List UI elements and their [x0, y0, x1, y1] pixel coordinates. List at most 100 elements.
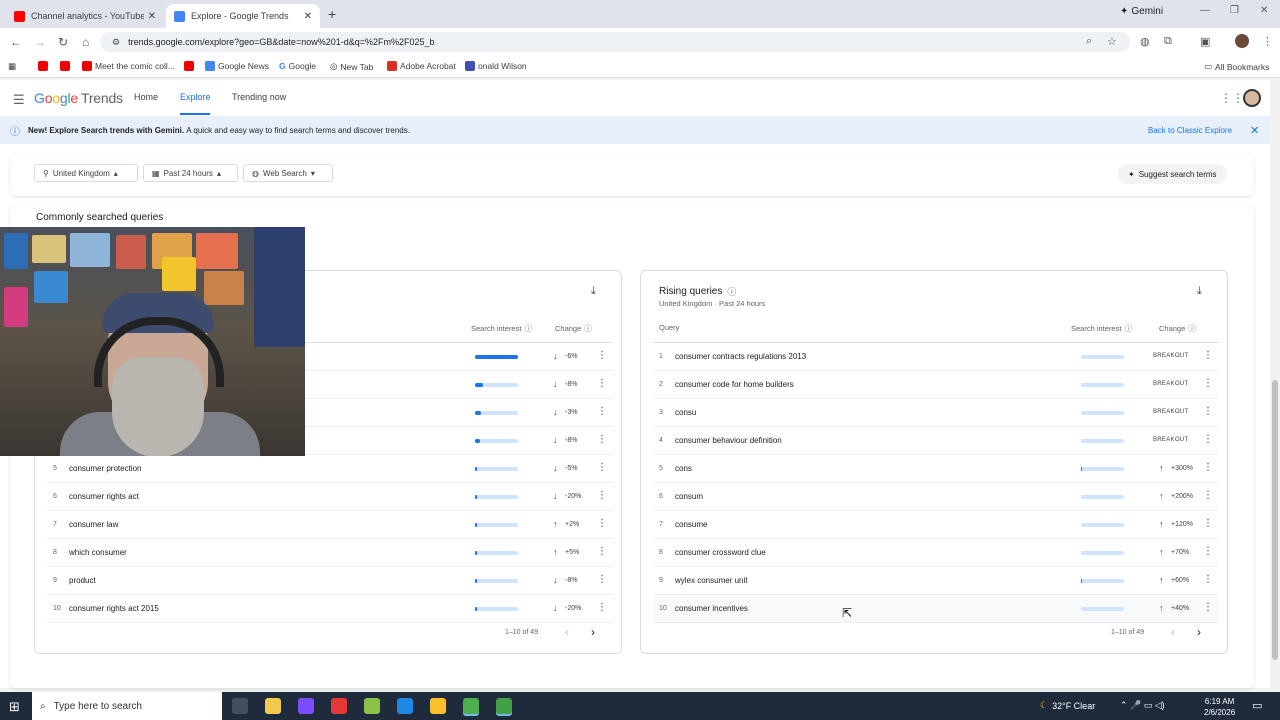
minimize-button[interactable]: —: [1200, 5, 1210, 16]
zoom-icon[interactable]: ⌕: [1086, 35, 1092, 48]
edge-icon[interactable]: [397, 698, 413, 714]
taskbar-search[interactable]: ⌕ Type here to search: [32, 692, 222, 720]
more-options-icon[interactable]: ⋮: [1203, 574, 1213, 585]
hamburger-menu-icon[interactable]: ☰: [13, 92, 25, 108]
more-options-icon[interactable]: ⋮: [1203, 434, 1213, 445]
query-text[interactable]: consumer rights act: [69, 492, 139, 501]
windows-start-icon[interactable]: ⊞: [9, 699, 20, 715]
more-options-icon[interactable]: ⋮: [597, 406, 607, 417]
clock[interactable]: 6:19 AM 2/6/2026: [1204, 696, 1235, 718]
notification-icon[interactable]: ▭: [1252, 699, 1262, 712]
query-row[interactable]: 9 product ↓ -8% ⋮: [47, 567, 613, 595]
back-to-classic-link[interactable]: Back to Classic Explore: [1148, 126, 1232, 135]
nav-trending-now[interactable]: Trending now: [232, 92, 286, 102]
query-row[interactable]: 7 consume ↑ +120% ⋮: [653, 511, 1219, 539]
query-row[interactable]: 6 consum ↑ +200% ⋮: [653, 483, 1219, 511]
region-filter[interactable]: ⚲ United Kingdom ▴: [34, 164, 138, 182]
query-row[interactable]: 7 consumer law ↑ +2% ⋮: [47, 511, 613, 539]
more-options-icon[interactable]: ⋮: [597, 574, 607, 585]
tab-channel-analytics[interactable]: Channel analytics - YouTube Stu ✕: [6, 4, 164, 28]
app-red-icon[interactable]: [331, 698, 347, 714]
more-options-icon[interactable]: ⋮: [1203, 518, 1213, 529]
obs-icon[interactable]: [496, 698, 512, 714]
query-text[interactable]: wylex consumer unit: [675, 576, 747, 585]
extension-icon[interactable]: ◍: [1140, 35, 1150, 48]
query-row[interactable]: 5 consumer protection ↓ -5% ⋮: [47, 455, 613, 483]
more-options-icon[interactable]: ⋮: [597, 434, 607, 445]
reload-icon[interactable]: ↻: [58, 35, 68, 49]
forward-icon[interactable]: →: [34, 35, 46, 49]
query-row[interactable]: 6 consumer rights act ↓ -20% ⋮: [47, 483, 613, 511]
query-row[interactable]: 8 which consumer ↑ +5% ⋮: [47, 539, 613, 567]
file-explorer-icon[interactable]: [265, 698, 281, 714]
chrome-icon[interactable]: [463, 698, 479, 714]
apps-grid-icon[interactable]: ▦: [8, 61, 16, 72]
more-options-icon[interactable]: ⋮: [1203, 462, 1213, 473]
query-text[interactable]: consumer behaviour definition: [675, 436, 782, 445]
bookmark-wilson[interactable]: onald Wilson: [465, 61, 527, 71]
bookmark-google[interactable]: G Google: [279, 61, 316, 71]
account-avatar[interactable]: [1243, 89, 1261, 107]
more-options-icon[interactable]: ⋮: [597, 378, 607, 389]
query-text[interactable]: consume: [675, 520, 707, 529]
more-options-icon[interactable]: ⋮: [1203, 546, 1213, 557]
bookmark-star-icon[interactable]: ☆: [1107, 35, 1117, 48]
search-type-filter[interactable]: ◍ Web Search ▾: [243, 164, 333, 182]
more-options-icon[interactable]: ⋮: [1203, 602, 1213, 613]
calculator-icon[interactable]: [364, 698, 380, 714]
next-page-icon[interactable]: ›: [591, 625, 595, 639]
query-text[interactable]: consumer protection: [69, 464, 141, 473]
close-tab-icon[interactable]: ✕: [148, 11, 156, 22]
more-options-icon[interactable]: ⋮: [597, 350, 607, 361]
query-row[interactable]: 5 cons ↑ +300% ⋮: [653, 455, 1219, 483]
bookmark-youtube-1[interactable]: [38, 61, 48, 71]
bookmark-adobe[interactable]: Adobe Acrobat: [387, 61, 456, 71]
previous-page-icon[interactable]: ‹: [1171, 625, 1175, 639]
more-options-icon[interactable]: ⋮: [597, 462, 607, 473]
home-icon[interactable]: ⌂: [82, 35, 89, 49]
google-trends-logo[interactable]: Google Trends: [34, 90, 123, 106]
chrome-canary-icon[interactable]: [430, 698, 446, 714]
more-options-icon[interactable]: ⋮: [1203, 350, 1213, 361]
close-icon[interactable]: ✕: [1250, 124, 1259, 137]
more-options-icon[interactable]: ⋮: [597, 602, 607, 613]
query-row[interactable]: 3 consu BREAKOUT ⋮: [653, 399, 1219, 427]
more-options-icon[interactable]: ⋮: [597, 518, 607, 529]
query-row[interactable]: 9 wylex consumer unit ↑ +60% ⋮: [653, 567, 1219, 595]
bookmark-comic[interactable]: Meet the comic coll...: [82, 61, 175, 71]
gemini-button[interactable]: ✦ Gemini: [1120, 6, 1163, 17]
query-text[interactable]: which consumer: [69, 548, 127, 557]
bookmark-google-news[interactable]: Google News: [205, 61, 269, 71]
all-bookmarks[interactable]: ▭ All Bookmarks: [1204, 61, 1269, 72]
query-text[interactable]: cons: [675, 464, 692, 473]
more-options-icon[interactable]: ⋮: [1203, 490, 1213, 501]
next-page-icon[interactable]: ›: [1197, 625, 1201, 639]
previous-page-icon[interactable]: ‹: [565, 625, 569, 639]
query-row[interactable]: 4 consumer behaviour definition BREAKOUT ⋮: [653, 427, 1219, 455]
bookmark-youtube-3[interactable]: [184, 61, 194, 71]
query-text[interactable]: consum: [675, 492, 703, 501]
scrollbar-thumb[interactable]: [1272, 380, 1278, 660]
more-options-icon[interactable]: ⋮: [597, 546, 607, 557]
query-text[interactable]: consu: [675, 408, 696, 417]
menu-dots-icon[interactable]: ⋮: [1262, 35, 1273, 48]
query-row[interactable]: 2 consumer code for home builders BREAKOUT…: [653, 371, 1219, 399]
query-row[interactable]: 1 consumer contracts regulations 2013 BREA…: [653, 343, 1219, 371]
page-scrollbar[interactable]: [1270, 80, 1280, 688]
query-row[interactable]: 10 consumer rights act 2015 ↓ -20% ⋮: [47, 595, 613, 623]
time-filter[interactable]: ▦ Past 24 hours ▴: [143, 164, 238, 182]
back-icon[interactable]: ←: [10, 35, 22, 49]
weather-widget[interactable]: ☾ 32°F Clear: [1040, 700, 1095, 711]
site-info-icon[interactable]: ⚙: [112, 37, 120, 48]
bookmark-youtube-2[interactable]: [60, 61, 70, 71]
query-text[interactable]: consumer crossword clue: [675, 548, 766, 557]
side-panel-icon[interactable]: ▣: [1200, 35, 1210, 48]
extensions-puzzle-icon[interactable]: ⧉: [1164, 35, 1172, 48]
query-text[interactable]: consumer contracts regulations 2013: [675, 352, 806, 361]
download-icon[interactable]: ⤓: [591, 285, 596, 298]
query-text[interactable]: consumer law: [69, 520, 118, 529]
nav-explore[interactable]: Explore: [180, 92, 211, 102]
more-options-icon[interactable]: ⋮: [1203, 378, 1213, 389]
query-row[interactable]: 8 consumer crossword clue ↑ +70% ⋮: [653, 539, 1219, 567]
suggest-search-terms-button[interactable]: ✦ Suggest search terms: [1118, 164, 1227, 184]
